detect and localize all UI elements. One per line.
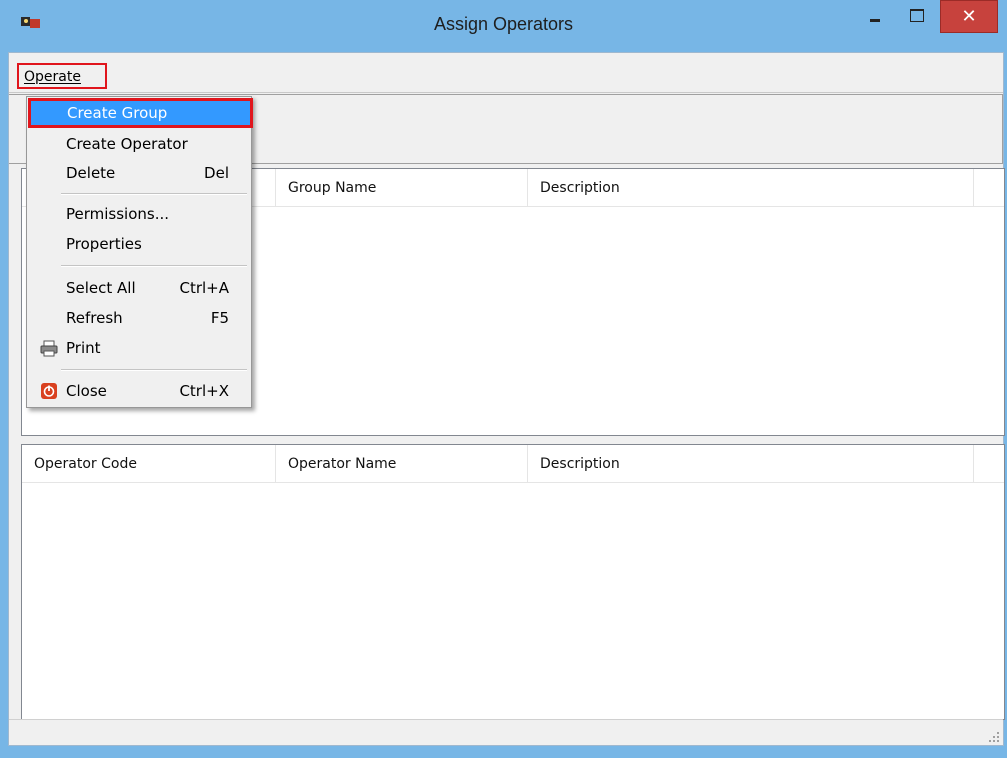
minimize-button[interactable] (860, 0, 890, 34)
close-icon: ✕ (961, 6, 977, 27)
menu-item-label: Properties (66, 235, 142, 253)
menu-operate-label: Operate (24, 69, 81, 85)
menu-item-label: Delete (66, 164, 116, 182)
menu-item-shortcut: Del (204, 164, 229, 182)
printer-icon (40, 340, 58, 357)
menu-item-label: Refresh (66, 309, 123, 327)
menu-item-properties[interactable]: Properties (30, 231, 250, 257)
menu-item-select-all[interactable]: Select All Ctrl+A (30, 275, 250, 301)
menu-bar: Operate (9, 53, 1003, 93)
menu-item-shortcut: Ctrl+X (179, 382, 229, 400)
menu-item-create-group[interactable]: Create Group (28, 98, 253, 128)
menu-separator (61, 369, 247, 371)
window-title: Assign Operators (433, 14, 574, 34)
status-bar (9, 719, 1003, 745)
menu-item-delete[interactable]: Delete Del (30, 160, 250, 186)
resize-grip-icon[interactable] (988, 731, 1000, 743)
groups-col-group-name[interactable]: Group Name (276, 169, 528, 207)
menu-item-permissions[interactable]: Permissions... (30, 201, 250, 227)
power-icon (41, 383, 57, 399)
menu-operate[interactable]: Operate (17, 63, 107, 89)
menu-item-close[interactable]: Close Ctrl+X (30, 378, 250, 404)
menu-item-label: Print (66, 339, 101, 357)
operators-grid[interactable]: Operator Code Operator Name Description (21, 444, 1005, 720)
menu-item-shortcut: Ctrl+A (179, 279, 229, 297)
menu-item-refresh[interactable]: Refresh F5 (30, 305, 250, 331)
app-window: Assign Operators ✕ Operate Group Name De… (0, 0, 1007, 758)
menu-separator (61, 265, 247, 267)
menu-item-label: Select All (66, 279, 136, 297)
menu-item-label: Create Group (67, 104, 168, 122)
close-window-button[interactable]: ✕ (940, 0, 998, 33)
menu-item-label: Close (66, 382, 107, 400)
menu-item-shortcut: F5 (210, 309, 229, 327)
operate-dropdown-menu: Create Group Create Operator Delete Del … (26, 96, 253, 408)
menu-item-print[interactable]: Print (30, 335, 250, 361)
menu-item-label: Create Operator (66, 135, 188, 153)
menu-separator (61, 193, 247, 195)
title-bar[interactable]: Assign Operators ✕ (0, 0, 1007, 52)
operators-col-name[interactable]: Operator Name (276, 445, 528, 483)
menu-item-label: Permissions... (66, 205, 170, 223)
menu-item-create-operator[interactable]: Create Operator (30, 131, 250, 157)
operators-grid-header: Operator Code Operator Name Description (22, 445, 1004, 483)
groups-col-description[interactable]: Description (528, 169, 974, 207)
operators-col-description[interactable]: Description (528, 445, 974, 483)
maximize-button[interactable] (902, 0, 932, 34)
operators-col-code[interactable]: Operator Code (22, 445, 276, 483)
